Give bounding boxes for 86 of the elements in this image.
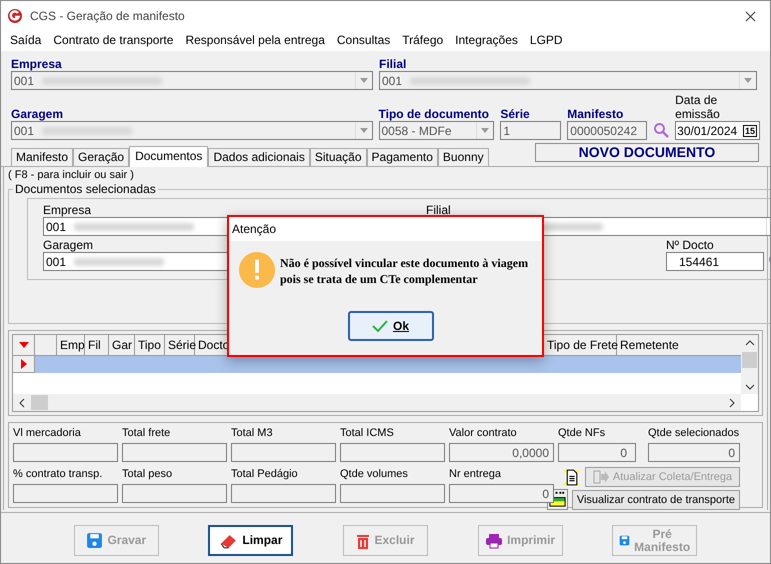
scroll-up-icon[interactable]	[744, 340, 754, 346]
scroll-right-icon[interactable]	[729, 398, 735, 408]
field-label: Total M3	[231, 426, 274, 440]
input-field[interactable]	[231, 484, 336, 503]
input-field[interactable]	[340, 443, 445, 462]
column-header[interactable]: Gar	[109, 335, 135, 355]
app-logo-icon	[7, 8, 23, 24]
input-field[interactable]	[231, 443, 336, 462]
search-icon[interactable]	[653, 122, 670, 138]
tab[interactable]: Geração	[73, 148, 130, 166]
tab[interactable]: Documentos	[129, 146, 208, 167]
menu-item[interactable]: Consultas	[330, 32, 396, 46]
column-header[interactable]: Fil	[85, 335, 109, 355]
group-title: Documentos selecionadas	[14, 182, 157, 196]
tab[interactable]: Buonny	[438, 148, 489, 166]
dropdown-field[interactable]: 001	[11, 121, 372, 140]
status-banner: NOVO DOCUMENTO	[535, 143, 759, 162]
arrow-document-icon	[592, 470, 609, 484]
menu-item[interactable]: Contrato de transporte	[47, 32, 180, 46]
hint-text: ( F8 - para incluir ou sair )	[8, 169, 135, 182]
close-icon[interactable]	[745, 10, 756, 22]
field-label: Empresa	[11, 57, 63, 71]
dropdown-field[interactable]: 001	[379, 71, 757, 90]
dialog-title: Atenção	[229, 217, 542, 241]
input-field[interactable]: 154461	[666, 252, 764, 271]
calendar-button[interactable]: 15	[743, 124, 758, 136]
field-label: Total Pedágio	[231, 467, 299, 481]
trash-icon	[356, 532, 370, 548]
menu-item[interactable]: Integrações	[449, 32, 524, 46]
warning-icon	[238, 251, 276, 289]
menu-item[interactable]: Responsável pela entrega	[179, 32, 331, 46]
input-field[interactable]: 0	[449, 484, 554, 503]
menu-item[interactable]: Tráfego	[396, 32, 450, 46]
input-field[interactable]: 1	[500, 121, 562, 140]
scrollbar-thumb[interactable]	[742, 352, 757, 368]
scrollbar-thumb[interactable]	[31, 395, 48, 410]
menu-item[interactable]: LGPD	[524, 32, 569, 46]
tab[interactable]: Pagamento	[366, 148, 438, 166]
field-label: Total peso	[122, 467, 174, 481]
field-label: Filial	[379, 57, 408, 71]
column-header[interactable]: Emp	[57, 335, 85, 355]
input-field[interactable]: 0	[558, 443, 636, 462]
field-label: Tipo de documento	[378, 107, 490, 121]
column-header[interactable]: Tipo	[135, 335, 165, 355]
document-icon[interactable]	[562, 468, 581, 486]
printer-icon	[485, 532, 504, 548]
field-label: Data de emissão	[675, 93, 721, 121]
dropdown-field[interactable]: 0058 - MDFe	[378, 121, 494, 140]
field-label: Valor contrato	[449, 426, 518, 440]
field-label: Garagem	[11, 107, 64, 121]
input-field[interactable]	[13, 443, 118, 462]
field-label: Qtde NFs	[558, 426, 606, 440]
field-label: Garagem	[43, 238, 94, 252]
input-field[interactable]	[122, 484, 227, 503]
ok-button[interactable]: Ok	[348, 311, 434, 341]
dropdown-field[interactable]: 001	[11, 71, 373, 90]
window-title: CGS - Geração de manifesto	[30, 9, 186, 23]
view-contract-button[interactable]: Visualizar contrato de transporte	[572, 490, 740, 510]
field-label: Filial	[426, 203, 452, 217]
input-field[interactable]: 0000050242	[567, 121, 648, 140]
tab[interactable]: Dados adicionais	[208, 148, 310, 166]
clear-button[interactable]: Limpar	[208, 525, 294, 556]
tab[interactable]: Situação	[310, 148, 367, 166]
field-label: % contrato transp.	[13, 467, 104, 481]
field-label: Série	[500, 107, 531, 121]
menu-item[interactable]: Saída	[4, 32, 48, 46]
field-label: Nr entrega	[449, 467, 502, 481]
date-field[interactable]: 30/01/2024	[676, 124, 743, 138]
field-label: Manifesto	[567, 107, 624, 121]
field-label: Empresa	[43, 203, 92, 217]
input-field[interactable]	[13, 484, 118, 503]
input-field[interactable]: 0,0000	[449, 443, 554, 462]
input-field[interactable]	[122, 443, 227, 462]
field-label: Total frete	[122, 426, 172, 440]
checkmark-icon	[372, 320, 388, 332]
scroll-down-icon[interactable]	[744, 384, 754, 390]
input-field[interactable]	[340, 484, 445, 503]
tab[interactable]: Manifesto	[11, 148, 74, 166]
field-label: Qtde selecionados	[648, 426, 740, 440]
column-header[interactable]: Série	[165, 335, 195, 355]
field-label: Nº Docto	[666, 238, 715, 252]
field-label: Vl mercadoria	[13, 426, 82, 440]
field-label: Qtde volumes	[340, 467, 409, 481]
input-field[interactable]: 0	[648, 443, 740, 462]
scroll-left-icon[interactable]	[19, 398, 25, 408]
field-label: Total ICMS	[340, 426, 395, 440]
